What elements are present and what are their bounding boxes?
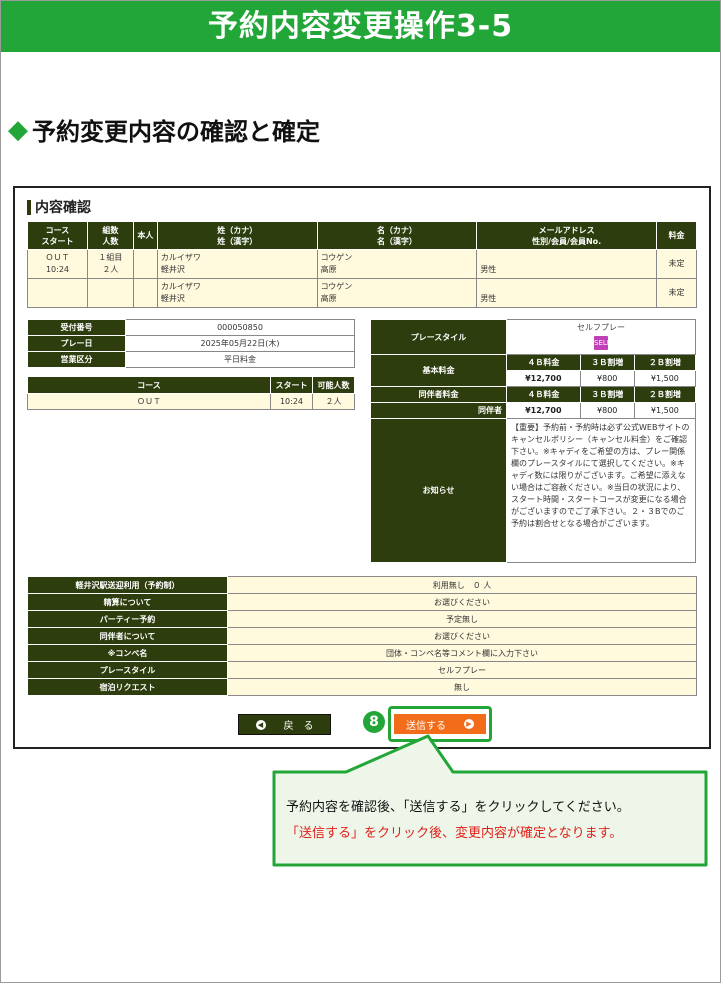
callout-warning: 「送信する」をクリック後、変更内容が確定となります。 <box>286 826 623 841</box>
callout-instruction: 予約内容を確認後、「送信する」をクリックしてください。 <box>286 800 630 815</box>
